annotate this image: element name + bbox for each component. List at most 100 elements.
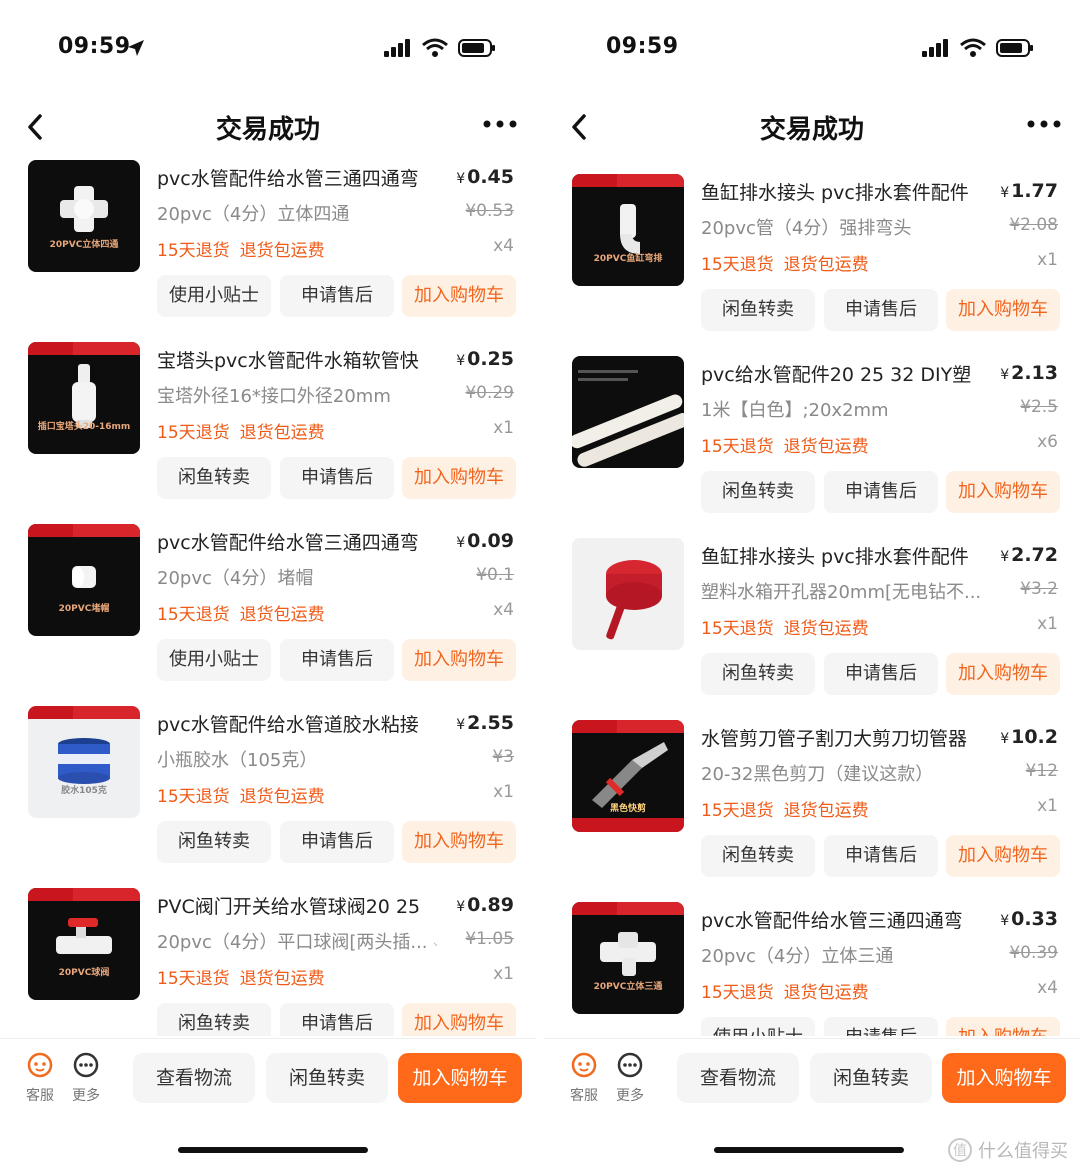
resell-button[interactable]: 闲鱼转卖 [157,821,271,863]
product-title[interactable]: pvc水管配件给水管三通四通弯 [157,164,431,191]
order-item: 20PVC立体四通 pvc水管配件给水管三通四通弯 ¥0.45 20pvc（4分… [0,158,536,326]
after-sales-button[interactable]: 申请售后 [824,289,938,331]
product-thumbnail[interactable]: 20PVC鱼缸弯排 [572,174,684,286]
sku-spec: 20pvc（4分）立体四通 [157,204,350,225]
resell-button[interactable]: 闲鱼转卖 [701,835,815,877]
price-value: 10.2 [1011,726,1058,748]
price-value: 0.09 [467,530,514,552]
add-to-cart-button[interactable]: 加入购物车 [946,1017,1060,1036]
after-sales-button[interactable]: 申请售后 [280,275,394,317]
product-thumbnail[interactable]: 黑色快剪 [572,720,684,832]
price-value: 0.45 [467,166,514,188]
add-to-cart-button[interactable]: 加入购物车 [946,289,1060,331]
product-title[interactable]: 水管剪刀管子割刀大剪刀切管器 [701,724,975,751]
currency-symbol: ¥ [1000,913,1010,929]
item-price: ¥2.13 [1000,362,1058,384]
tips-button[interactable]: 使用小贴士 [157,639,271,681]
product-title[interactable]: pvc水管配件给水管道胶水粘接 [157,710,431,737]
add-to-cart-button[interactable]: 加入购物车 [402,821,516,863]
tips-button[interactable]: 使用小贴士 [701,1017,815,1036]
shipping-policy-tag: 退货包运费 [783,983,869,1003]
add-to-cart-button[interactable]: 加入购物车 [946,471,1060,513]
product-thumbnail[interactable]: 20PVC立体三通 [572,902,684,1014]
add-to-cart-button[interactable]: 加入购物车 [402,639,516,681]
return-policy-tag: 15天退货 [157,969,230,989]
currency-symbol: ¥ [1000,185,1010,201]
resell-button[interactable]: 闲鱼转卖 [701,289,815,331]
product-thumbnail[interactable]: 胶水105克 [28,706,140,818]
resell-button[interactable]: 闲鱼转卖 [266,1053,388,1103]
status-time: 09:59 [58,34,131,59]
customer-service-button[interactable]: 客服 [564,1051,604,1105]
add-to-cart-button[interactable]: 加入购物车 [946,653,1060,695]
more-label: 更多 [616,1088,644,1104]
view-logistics-button[interactable]: 查看物流 [133,1053,255,1103]
add-to-cart-button[interactable]: 加入购物车 [402,275,516,317]
more-button[interactable]: 更多 [610,1051,650,1105]
thumbnail-caption: 20PVC立体四通 [49,240,119,250]
price-value: 0.89 [467,894,514,916]
add-to-cart-button[interactable]: 加入购物车 [398,1053,522,1103]
customer-service-button[interactable]: 客服 [20,1051,60,1105]
product-title[interactable]: pvc给水管配件20 25 32 DIY塑 [701,360,975,387]
resell-button[interactable]: 闲鱼转卖 [157,457,271,499]
product-title[interactable]: 鱼缸排水接头 pvc排水套件配件 [701,178,975,205]
shipping-policy-tag: 退货包运费 [783,437,869,457]
product-thumbnail[interactable]: 20PVC立体四通 [28,160,140,272]
add-to-cart-button[interactable]: 加入购物车 [402,1003,516,1036]
original-price: ¥12 [1025,761,1058,781]
original-price: ¥2.5 [1020,397,1058,417]
more-button[interactable]: 更多 [66,1051,106,1105]
after-sales-button[interactable]: 申请售后 [824,653,938,695]
after-sales-button[interactable]: 申请售后 [824,835,938,877]
view-logistics-button[interactable]: 查看物流 [677,1053,799,1103]
resell-button[interactable]: 闲鱼转卖 [701,653,815,695]
currency-symbol: ¥ [456,353,466,369]
product-title[interactable]: PVC阀门开关给水管球阀20 25 [157,892,431,919]
product-thumbnail[interactable] [572,356,684,468]
more-dots-icon[interactable] [1026,116,1062,132]
order-item-list[interactable]: 20PVC立体四通 pvc水管配件给水管三通四通弯 ¥0.45 20pvc（4分… [0,158,536,1036]
sku-spec[interactable]: 20pvc（4分）平口球阀[两头插... ⌵ [157,928,437,954]
resell-button[interactable]: 闲鱼转卖 [157,1003,271,1036]
item-price: ¥0.09 [456,530,514,552]
quantity: x4 [493,236,514,256]
product-title[interactable]: pvc水管配件给水管三通四通弯 [701,906,975,933]
tips-button[interactable]: 使用小贴士 [157,275,271,317]
product-thumbnail[interactable]: 插口宝塔头20-16mm [28,342,140,454]
resell-button[interactable]: 闲鱼转卖 [701,471,815,513]
product-title[interactable]: 鱼缸排水接头 pvc排水套件配件 [701,542,975,569]
add-to-cart-button[interactable]: 加入购物车 [402,457,516,499]
after-sales-button[interactable]: 申请售后 [280,1003,394,1036]
product-thumbnail[interactable]: 20PVC球阀 [28,888,140,1000]
after-sales-button[interactable]: 申请售后 [824,471,938,513]
resell-button[interactable]: 闲鱼转卖 [810,1053,932,1103]
add-to-cart-button[interactable]: 加入购物车 [946,835,1060,877]
after-sales-button[interactable]: 申请售后 [824,1017,938,1036]
shipping-policy-tag: 退货包运费 [783,801,869,821]
order-item-list[interactable]: 20PVC鱼缸弯排 鱼缸排水接头 pvc排水套件配件 ¥1.77 20pvc管（… [544,158,1080,1036]
add-to-cart-button[interactable]: 加入购物车 [942,1053,1066,1103]
hole-saw-image [606,560,662,640]
customer-service-label: 客服 [570,1088,598,1104]
more-dots-icon[interactable] [482,116,518,132]
after-sales-button[interactable]: 申请售后 [280,639,394,681]
customer-service-icon [27,1052,53,1078]
order-item: 20PVC堵帽 pvc水管配件给水管三通四通弯 ¥0.09 20pvc（4分）堵… [0,508,536,690]
product-title[interactable]: pvc水管配件给水管三通四通弯 [157,528,431,555]
battery-icon [458,39,495,57]
after-sales-button[interactable]: 申请售后 [280,457,394,499]
product-thumbnail[interactable]: 20PVC堵帽 [28,524,140,636]
shipping-policy-tag: 退货包运费 [783,255,869,275]
product-thumbnail[interactable] [572,538,684,650]
home-indicator[interactable] [178,1147,368,1153]
thumbnail-banner [28,706,140,719]
product-title[interactable]: 宝塔头pvc水管配件水箱软管快 [157,346,431,373]
home-indicator[interactable] [714,1147,904,1153]
tee-fitting-image [600,932,656,976]
pipe-cutter-image [572,742,684,832]
after-sales-button[interactable]: 申请售后 [280,821,394,863]
sku-spec[interactable]: 塑料水箱开孔器20mm[无电钻不...⌵ [701,578,981,604]
hose-barb-image [72,364,96,428]
shipping-policy-tag: 退货包运费 [239,787,325,807]
